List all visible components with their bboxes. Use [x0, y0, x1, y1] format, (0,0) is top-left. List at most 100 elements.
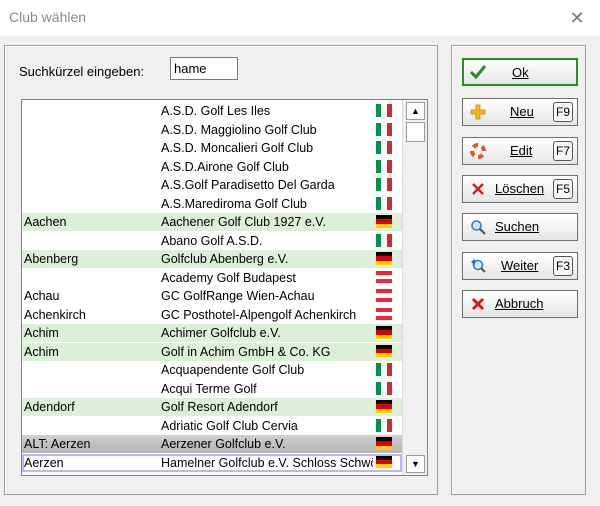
red-x-icon: [469, 180, 487, 198]
list-row[interactable]: Acqui Terme Golf: [22, 380, 402, 398]
row-club-name: A.S.Golf Paradisetto Del Garda: [161, 178, 335, 192]
delete-button[interactable]: Löschen F5: [462, 175, 578, 203]
flag-de-icon: [376, 252, 392, 265]
new-label: Neu: [510, 104, 534, 119]
list-row[interactable]: A.S.D.Airone Golf Club: [22, 158, 402, 176]
list-row[interactable]: Abano Golf A.S.D.: [22, 232, 402, 250]
edit-button[interactable]: Edit F7: [462, 137, 578, 165]
row-short-code: Achim: [24, 344, 59, 359]
row-club-name: A.S.D. Moncalieri Golf Club: [161, 141, 314, 155]
flag-it-icon: [376, 363, 392, 376]
flag-at-icon: [376, 270, 392, 284]
magnifier-icon: [469, 218, 487, 236]
row-club-name: Adriatic Golf Club Cervia: [161, 418, 298, 433]
plus-icon: [469, 103, 487, 121]
scroll-thumb[interactable]: [406, 122, 425, 142]
checkmark-icon: [469, 63, 487, 81]
cancel-x-icon: [469, 295, 487, 313]
row-short-code: Achau: [24, 289, 60, 303]
flag-it-icon: [376, 196, 392, 210]
list-row[interactable]: Acquapendente Golf Club: [22, 361, 402, 379]
list-row[interactable]: Achau GC GolfRange Wien-Achau: [22, 287, 402, 305]
scroll-up-button[interactable]: ▲: [406, 102, 425, 120]
delete-shortcut: F5: [552, 179, 573, 199]
ok-label: Ok: [512, 65, 529, 80]
row-short-code: ALT: Aerzen: [24, 437, 91, 451]
row-club-name: Golfclub Abenberg e.V.: [161, 252, 289, 266]
edit-label: Edit: [510, 143, 533, 158]
list-row[interactable]: Adendorf Golf Resort Adendorf: [22, 398, 402, 416]
flag-de-icon: [376, 215, 392, 228]
row-club-name: Golf in Achim GmbH & Co. KG: [161, 344, 331, 359]
row-club-name: Aachener Golf Club 1927 e.V.: [161, 215, 326, 229]
flag-it-icon: [376, 418, 392, 432]
row-club-name: A.S.D. Golf Les Iles: [161, 104, 271, 118]
close-icon: ✕: [569, 7, 585, 28]
row-short-code: Achenkirch: [24, 307, 86, 322]
window-title: Club wählen: [9, 9, 87, 25]
row-short-code: Achim: [24, 326, 59, 340]
flag-de-icon: [376, 455, 392, 469]
row-club-name: Academy Golf Budapest: [161, 270, 296, 285]
row-club-name: A.S.D.Airone Golf Club: [161, 159, 289, 174]
list-row[interactable]: Aerzen Hamelner Golfclub e.V. Schloss Sch…: [22, 453, 402, 472]
row-club-name: A.S.Marediroma Golf Club: [161, 196, 307, 211]
row-club-name: Acquapendente Golf Club: [161, 363, 305, 377]
flag-it-icon: [376, 381, 392, 395]
list-row[interactable]: ALT: Aerzen Aerzener Golfclub e.V.: [22, 435, 402, 453]
club-list[interactable]: A.S.D. Golf Les Iles A.S.D. Maggiolino Go…: [21, 99, 428, 476]
flag-de-icon: [376, 326, 392, 339]
list-row[interactable]: Adriatic Golf Club Cervia: [22, 417, 402, 435]
list-row[interactable]: A.S.D. Maggiolino Golf Club: [22, 121, 402, 139]
list-row[interactable]: Academy Golf Budapest: [22, 269, 402, 287]
flag-at-icon: [376, 307, 392, 321]
close-button[interactable]: ✕: [554, 0, 600, 36]
title-bar: Club wählen ✕: [0, 0, 600, 36]
row-club-name: Abano Golf A.S.D.: [161, 233, 263, 248]
row-club-name: A.S.D. Maggiolino Golf Club: [161, 122, 317, 137]
row-club-name: Aerzener Golfclub e.V.: [161, 437, 286, 451]
list-row[interactable]: Abenberg Golfclub Abenberg e.V.: [22, 250, 402, 268]
flag-it-icon: [376, 159, 392, 173]
arrow-down-icon: ▼: [411, 459, 420, 469]
row-club-name: Achimer Golfclub e.V.: [161, 326, 281, 340]
edit-shortcut: F7: [552, 141, 573, 161]
list-row[interactable]: A.S.Marediroma Golf Club: [22, 195, 402, 213]
search-label: Suchkürzel eingeben:: [19, 64, 145, 79]
list-row[interactable]: A.S.Golf Paradisetto Del Garda: [22, 176, 402, 194]
flag-it-icon: [376, 233, 392, 247]
new-button[interactable]: Neu F9: [462, 98, 578, 126]
next-button[interactable]: Weiter F3: [462, 252, 578, 280]
list-row[interactable]: Achim Golf in Achim GmbH & Co. KG: [22, 342, 402, 361]
list-row[interactable]: A.S.D. Moncalieri Golf Club: [22, 139, 402, 157]
flag-it-icon: [376, 104, 392, 117]
flag-it-icon: [376, 122, 392, 136]
list-row[interactable]: A.S.D. Golf Les Iles: [22, 102, 402, 120]
vertical-scrollbar[interactable]: ▲ ▼: [402, 100, 427, 475]
cancel-button[interactable]: Abbruch: [462, 290, 578, 318]
flag-it-icon: [376, 178, 392, 191]
scroll-down-button[interactable]: ▼: [406, 455, 425, 473]
delete-label: Löschen: [495, 181, 545, 196]
row-short-code: Adendorf: [24, 400, 75, 414]
search-button[interactable]: Suchen: [462, 213, 578, 241]
new-shortcut: F9: [552, 102, 573, 122]
flag-de-icon: [376, 400, 392, 413]
list-row[interactable]: Achim Achimer Golfclub e.V.: [22, 324, 402, 342]
next-shortcut: F3: [552, 256, 573, 276]
flag-it-icon: [376, 141, 392, 154]
row-club-name: GC Posthotel-Alpengolf Achenkirch: [161, 307, 357, 322]
row-club-name: Golf Resort Adendorf: [161, 400, 278, 414]
ok-button[interactable]: Ok: [462, 58, 578, 86]
arrow-up-icon: ▲: [411, 106, 420, 116]
row-club-name: Acqui Terme Golf: [161, 381, 257, 396]
dialog-client: Suchkürzel eingeben: A.S.D. Golf Les Ile…: [0, 36, 600, 506]
flag-de-icon: [376, 437, 392, 450]
row-club-name: GC GolfRange Wien-Achau: [161, 289, 315, 303]
list-row[interactable]: Achenkirch GC Posthotel-Alpengolf Achenki…: [22, 306, 402, 324]
search-input[interactable]: [170, 57, 238, 80]
row-short-code: Aerzen: [24, 455, 64, 470]
list-row[interactable]: Aachen Aachener Golf Club 1927 e.V.: [22, 213, 402, 231]
magnifier-arrow-icon: [469, 257, 487, 275]
row-club-name: Hamelner Golfclub e.V. Schloss Schwöbber: [161, 455, 373, 470]
